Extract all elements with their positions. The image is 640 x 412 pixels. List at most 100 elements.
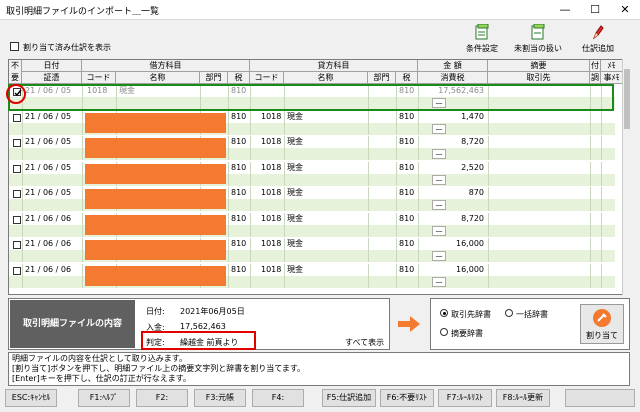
row-debit-tax: 810: [231, 239, 247, 248]
row-unneeded-checkbox[interactable]: [13, 139, 21, 147]
header-debit-code: コード: [82, 72, 116, 84]
row-debit-code: [87, 213, 115, 225]
add-entry-button[interactable]: 仕訳追加: [568, 24, 628, 58]
minimize-button[interactable]: —: [550, 0, 580, 20]
row-debit-name: [119, 111, 199, 123]
row-debit-code: [87, 264, 115, 276]
assign-icon: [593, 309, 611, 327]
table-row[interactable]: 21 / 06 / 06 810 1018 現金 810 16,000 —: [9, 238, 615, 262]
row-amount: 2,520: [461, 162, 484, 172]
header-memo: ﾒﾓ: [601, 60, 623, 72]
table-row[interactable]: 21 / 06 / 05 810 1018 現金 810 870 —: [9, 187, 615, 211]
fkey-f12-write-entries[interactable]: [565, 389, 635, 407]
tax-mode-button[interactable]: —: [432, 225, 446, 236]
row-credit-name: 現金: [287, 213, 303, 223]
row-date: 21 / 06 / 06: [25, 239, 72, 248]
close-button[interactable]: ✕: [610, 0, 640, 20]
header-credit-dept: 部門: [368, 72, 396, 84]
vertical-scrollbar[interactable]: [622, 59, 630, 295]
row-debit-tax: 810: [231, 213, 247, 223]
window-title: 取引明細ファイルのインポート＿一覧: [6, 7, 160, 17]
header-debit: 借方科目: [82, 60, 250, 72]
tax-mode-button[interactable]: —: [432, 123, 446, 134]
selected-row-outline: [8, 84, 614, 111]
fkey-f5-add-entry[interactable]: F5:仕訳追加: [322, 389, 376, 407]
row-unneeded-checkbox[interactable]: [13, 164, 21, 173]
row-debit-tax: 810: [231, 264, 247, 274]
detail-judge-value: 繰越金 前頁より: [180, 338, 239, 347]
title-bar: 取引明細ファイルのインポート＿一覧 — ☐ ✕: [0, 0, 640, 20]
row-credit-name: 現金: [287, 188, 303, 197]
tax-mode-button[interactable]: —: [432, 174, 446, 185]
row-date: 21 / 06 / 06: [25, 213, 72, 223]
header-credit-code: コード: [250, 72, 284, 84]
row-date: 21 / 06 / 05: [25, 162, 72, 172]
header-case-memo: 事ﾒﾓ: [601, 72, 623, 84]
partner-dict-radio[interactable]: [440, 309, 448, 317]
bulk-dict-radio[interactable]: [505, 309, 513, 317]
row-unneeded-checkbox[interactable]: [13, 113, 21, 122]
table-row[interactable]: 21 / 06 / 06 810 1018 現金 810 16,000 —: [9, 263, 615, 288]
show-all-link[interactable]: すべて表示: [345, 337, 384, 348]
row-credit-name: 現金: [287, 162, 303, 172]
row-credit-code: 1018: [261, 188, 282, 197]
header-debit-dept: 部門: [200, 72, 228, 84]
partner-dict-label: 取引先辞書: [451, 310, 491, 319]
table-row[interactable]: 21 / 06 / 05 810 1018 現金 810 1,470 —: [9, 110, 615, 135]
row-credit-tax: 810: [399, 213, 415, 223]
row-debit-tax: 810: [231, 137, 247, 146]
message-box: 明細ファイルの内容を仕訳として取り込みます。 [割り当て]ボタンを押下し、明細フ…: [8, 352, 630, 386]
row-date: 21 / 06 / 05: [25, 111, 72, 121]
tax-mode-button[interactable]: —: [432, 276, 446, 287]
fkey-f2[interactable]: F2:: [136, 389, 188, 407]
detail-date-label: 日付:: [146, 307, 165, 316]
row-credit-tax: 810: [399, 111, 415, 121]
fkey-f4[interactable]: F4:: [252, 389, 304, 407]
summary-dict-label: 摘要辞書: [451, 329, 483, 338]
row-credit-name: 現金: [287, 137, 303, 146]
detail-deposit-value: 17,562,463: [180, 322, 226, 331]
row-debit-tax: 810: [231, 162, 247, 172]
condition-settings-button[interactable]: 条件設定: [452, 24, 512, 58]
assign-button[interactable]: 割り当て: [580, 304, 624, 344]
fkey-f1-help[interactable]: F1:ﾍﾙﾌﾟ: [78, 389, 130, 407]
row-debit-code: [87, 162, 115, 174]
fkey-f7-rule-list[interactable]: F7:ﾙｰﾙﾘｽﾄ: [438, 389, 492, 407]
assign-button-label: 割り当て: [586, 331, 618, 340]
maximize-button[interactable]: ☐: [580, 0, 610, 20]
fkey-f6-unneeded-list[interactable]: F6:不要ﾘｽﾄ: [380, 389, 434, 407]
row-credit-code: 1018: [261, 162, 282, 172]
row-debit-name: [119, 264, 199, 276]
tax-mode-button[interactable]: —: [432, 251, 446, 261]
condition-settings-label: 条件設定: [466, 44, 498, 53]
show-assigned-checkbox[interactable]: [10, 42, 19, 51]
unassigned-handling-icon: [531, 24, 545, 40]
row-unneeded-checkbox[interactable]: [13, 215, 21, 224]
checkbox-highlight-circle: [6, 84, 26, 104]
table-row[interactable]: 21 / 06 / 05 810 1018 現金 810 8,720 —: [9, 136, 615, 160]
fkey-f8-rule-update[interactable]: F8:ﾙｰﾙ更新: [496, 389, 550, 407]
header-date: 日付: [22, 60, 82, 72]
message-line: [Enter]キーを押下し、仕訳の訂正が行なえます。: [12, 374, 191, 383]
fkey-esc-cancel[interactable]: ESC:ｷｬﾝｾﾙ: [5, 389, 57, 407]
unassigned-handling-button[interactable]: 未割当の扱い: [508, 24, 568, 58]
row-unneeded-checkbox[interactable]: [13, 241, 21, 249]
unassigned-handling-label: 未割当の扱い: [514, 44, 562, 53]
table-row[interactable]: 21 / 06 / 06 810 1018 現金 810 8,720 —: [9, 212, 615, 237]
show-assigned-label: 割り当て済み仕訳を表示: [23, 43, 111, 52]
row-unneeded-checkbox[interactable]: [13, 190, 21, 198]
tax-mode-button[interactable]: —: [432, 149, 446, 159]
row-credit-tax: 810: [399, 188, 415, 197]
row-amount: 8,720: [461, 213, 484, 223]
condition-settings-icon: [475, 24, 489, 40]
tax-mode-button[interactable]: —: [432, 200, 446, 210]
table-row[interactable]: 21 / 06 / 05 810 1018 現金 810 2,520 —: [9, 161, 615, 186]
row-credit-code: 1018: [261, 213, 282, 223]
pencil-icon: [592, 25, 604, 40]
summary-dict-radio[interactable]: [440, 328, 448, 336]
row-unneeded-checkbox[interactable]: [13, 266, 21, 275]
row-debit-code: [87, 111, 115, 123]
row-credit-code: 1018: [261, 239, 282, 248]
fkey-f3-ledger[interactable]: F3:元帳: [194, 389, 246, 407]
row-credit-tax: 810: [399, 264, 415, 274]
